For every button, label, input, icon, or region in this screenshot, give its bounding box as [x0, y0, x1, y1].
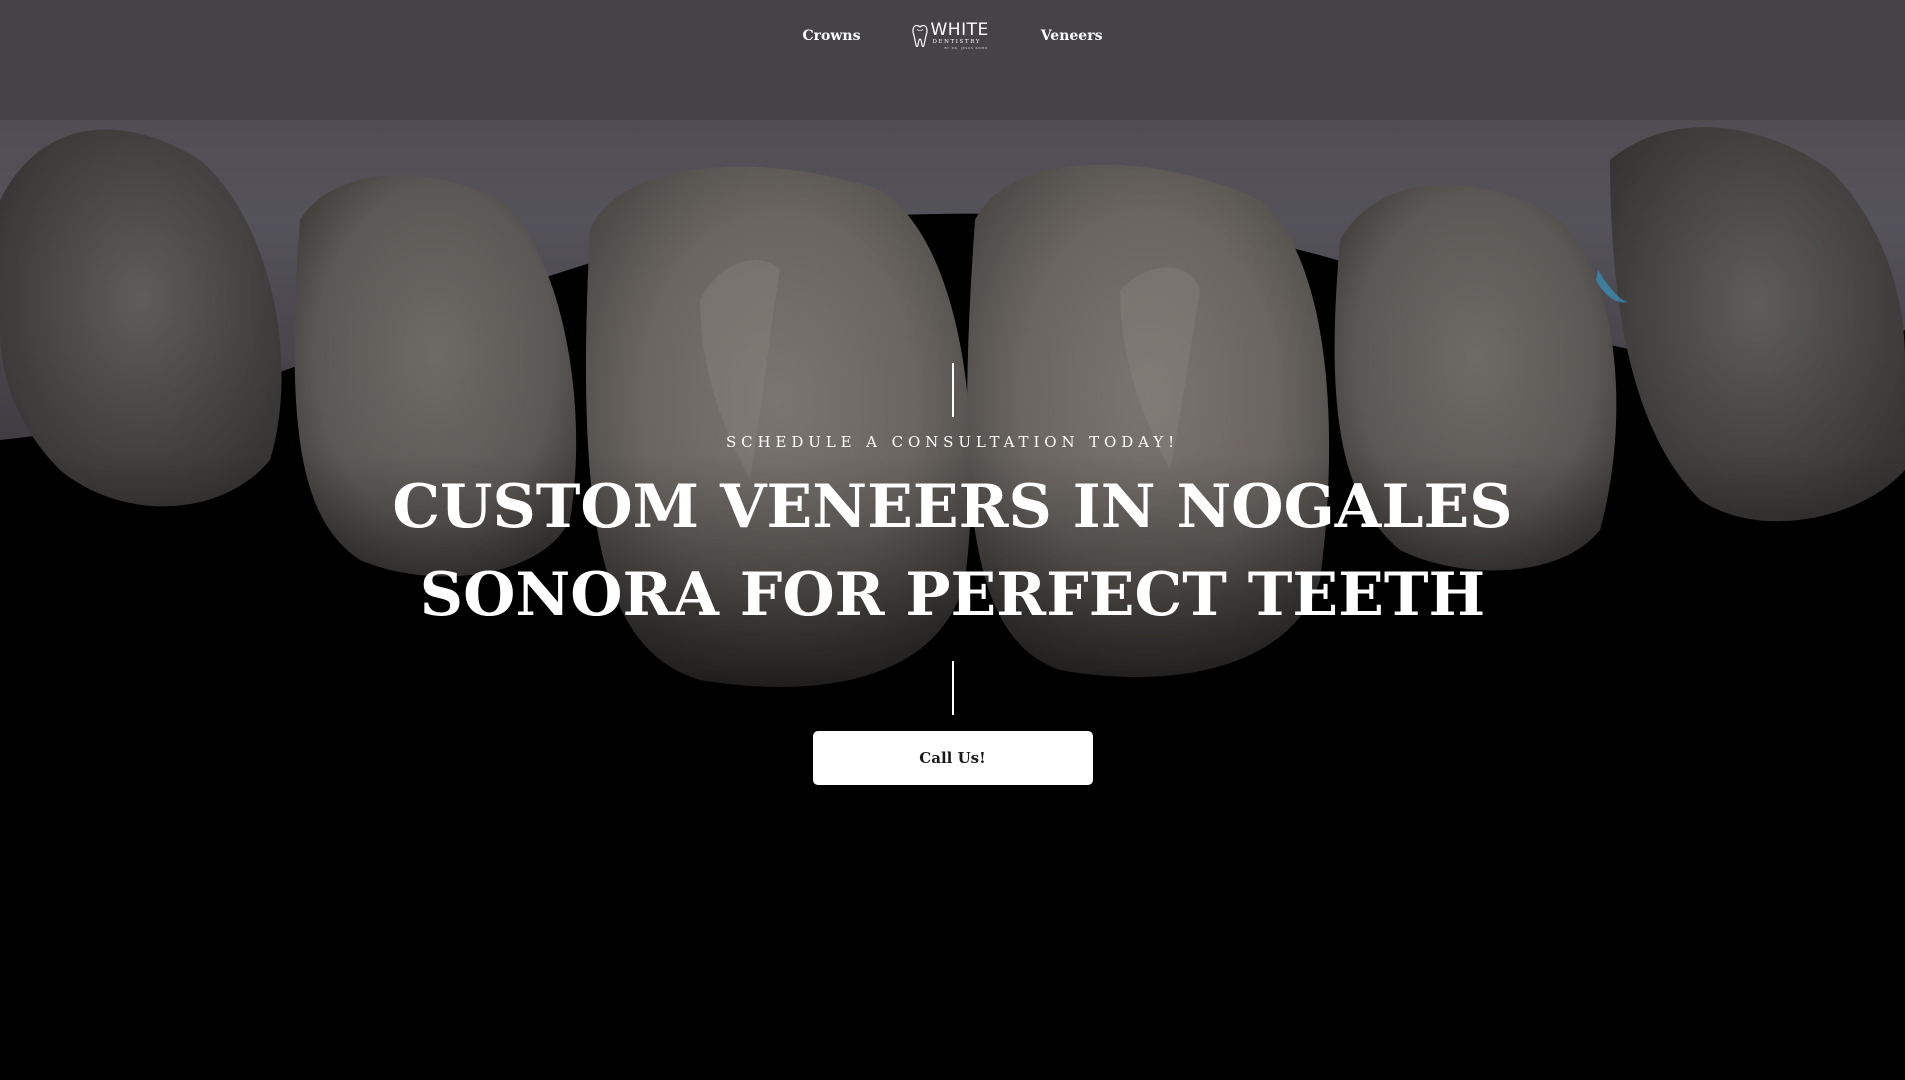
- hero-content: SCHEDULE A CONSULTATION TODAY! CUSTOM VE…: [0, 0, 1905, 785]
- decorative-divider-top: [951, 363, 954, 417]
- logo-tagline: BY DR. JESUS ROMO: [944, 45, 989, 50]
- nav-link-crowns[interactable]: Crowns: [803, 28, 861, 44]
- call-us-button[interactable]: Call Us!: [812, 731, 1093, 785]
- hero-eyebrow: SCHEDULE A CONSULTATION TODAY!: [725, 433, 1180, 451]
- logo-word: WHITE: [930, 20, 989, 41]
- top-navigation: Crowns WHITE DENTISTRY BY DR. JESUS ROMO…: [0, 0, 1905, 72]
- site-logo[interactable]: WHITE DENTISTRY BY DR. JESUS ROMO: [912, 22, 988, 50]
- decorative-divider-bottom: [951, 661, 954, 715]
- logo-subtitle: DENTISTRY: [932, 39, 982, 46]
- tooth-icon: [912, 24, 929, 48]
- hero-headline: CUSTOM VENEERS IN NOGALES SONORA FOR PER…: [392, 472, 1513, 630]
- nav-link-veneers[interactable]: Veneers: [1041, 28, 1103, 44]
